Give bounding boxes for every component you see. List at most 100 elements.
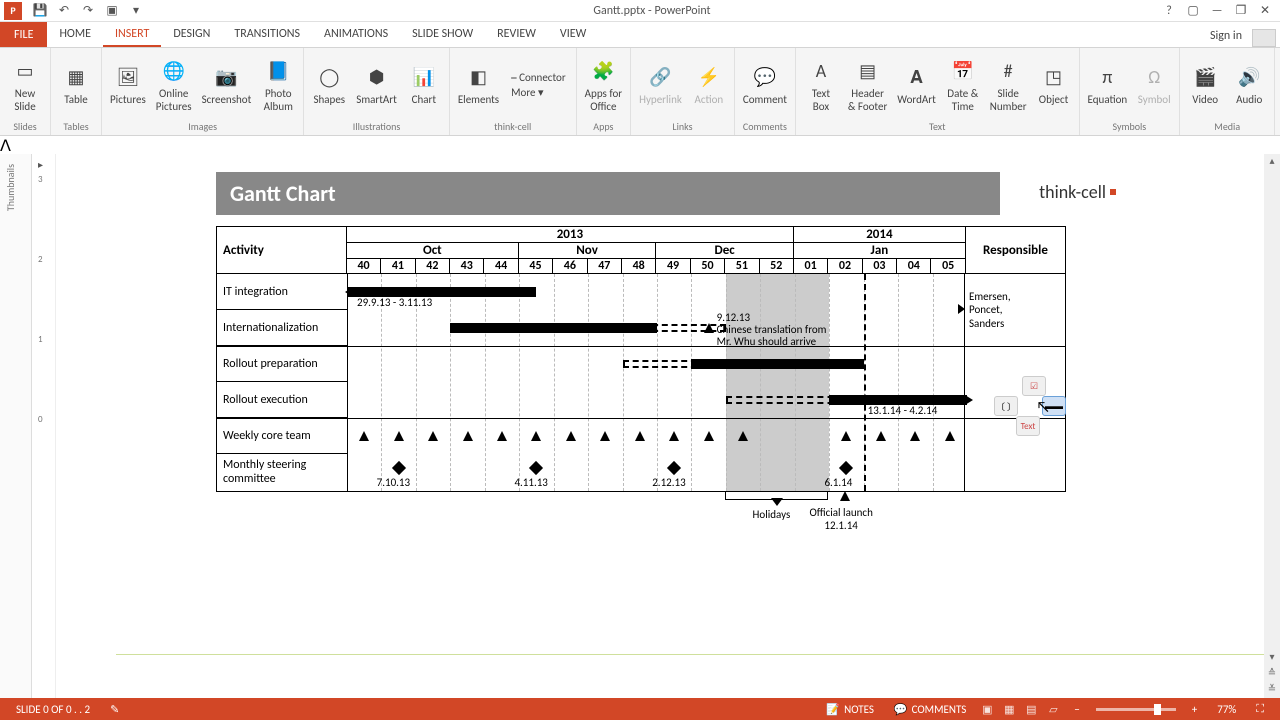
milestone-icon[interactable] (531, 431, 541, 441)
shapes-button[interactable]: ◯Shapes (308, 61, 350, 108)
milestone-icon[interactable] (497, 431, 507, 441)
photo-album-button[interactable]: 📘PhotoAlbum (257, 55, 299, 115)
milestone-icon[interactable] (841, 431, 851, 441)
tab-animations[interactable]: ANIMATIONS (312, 23, 400, 47)
slideshow-view-icon[interactable]: ▱ (1042, 701, 1064, 717)
tab-transitions[interactable]: TRANSITIONS (222, 23, 312, 47)
think-cell-logo: think-cell (1039, 172, 1116, 212)
user-avatar[interactable] (1252, 29, 1276, 47)
milestone-icon[interactable] (394, 431, 404, 441)
wordart-button[interactable]: 𝐀WordArt (893, 61, 939, 108)
tab-slide-show[interactable]: SLIDE SHOW (400, 23, 485, 47)
milestone-icon[interactable] (876, 431, 886, 441)
tab-insert[interactable]: INSERT (103, 23, 161, 47)
file-tab[interactable]: FILE (0, 22, 47, 47)
radial-bracket-icon[interactable]: 〔 〕 (994, 396, 1018, 416)
vertical-scrollbar[interactable]: ▴ ▾ ≙ ≚ (1264, 154, 1280, 698)
new-slide-button[interactable]: ▭NewSlide (4, 55, 46, 115)
diamond-milestone-icon[interactable] (529, 461, 543, 475)
screenshot-button[interactable]: 📷Screenshot (198, 61, 256, 108)
milestone-icon[interactable] (635, 431, 645, 441)
radial-text-icon[interactable]: Text (1016, 416, 1040, 436)
comments-button[interactable]: 💬 COMMENTS (884, 703, 976, 716)
video-button[interactable]: 🎬Video (1184, 61, 1226, 108)
tab-home[interactable]: HOME (47, 23, 103, 47)
save-icon[interactable]: 💾 (32, 3, 48, 19)
connector-button[interactable]: ⎯ Connector (511, 71, 566, 85)
ribbon-group-apps: 🧩Apps forOfficeApps (577, 48, 631, 135)
hyperlink-button: 🔗Hyperlink (635, 61, 686, 108)
workspace: Thumbnails ▸ 3210 Gantt Chart think-cell… (0, 154, 1280, 698)
milestone-icon[interactable] (704, 323, 714, 333)
apps-for-office-button[interactable]: 🧩Apps forOffice (581, 55, 626, 115)
undo-icon[interactable]: ↶ (56, 3, 72, 19)
milestone-icon[interactable] (704, 431, 714, 441)
table-button[interactable]: ▦Table (55, 61, 97, 108)
thumbnails-pane[interactable]: Thumbnails ▸ (0, 154, 32, 698)
diamond-milestone-icon[interactable] (667, 461, 681, 475)
milestone-icon[interactable] (566, 431, 576, 441)
zoom-level[interactable]: 77% (1207, 703, 1246, 716)
equation-button[interactable]: πEquation (1084, 61, 1132, 108)
slide-number-button[interactable]: #SlideNumber (986, 55, 1031, 115)
minimize-icon[interactable]: — (1208, 2, 1226, 20)
tab-view[interactable]: VIEW (548, 23, 598, 47)
milestone-icon[interactable] (738, 431, 748, 441)
ribbon-group-images: 🖼Pictures🌐OnlinePictures📷Screenshot📘Phot… (102, 48, 304, 135)
chart-button[interactable]: 📊Chart (403, 61, 445, 108)
more-button[interactable]: More ▾ (511, 86, 566, 99)
milestone-icon[interactable] (600, 431, 610, 441)
zoom-slider[interactable] (1096, 708, 1176, 711)
ribbon-display-options-icon[interactable]: ▢ (1184, 2, 1202, 20)
fit-to-window-icon[interactable]: ⛶ (1246, 702, 1274, 716)
radial-check-icon[interactable]: ☑ (1022, 376, 1046, 396)
normal-view-icon[interactable]: ▣ (976, 701, 998, 717)
object-button[interactable]: ◳Object (1033, 61, 1075, 108)
zoom-out-icon[interactable]: − (1064, 703, 1089, 716)
holiday-band (726, 274, 829, 491)
online-pictures-button[interactable]: 🌐OnlinePictures (152, 55, 196, 115)
tab-design[interactable]: DESIGN (161, 23, 222, 47)
gantt-bar[interactable] (691, 359, 863, 369)
chart-icon: 📊 (410, 63, 438, 91)
diamond-milestone-icon[interactable] (392, 461, 406, 475)
close-icon[interactable]: ✕ (1256, 2, 1274, 20)
elements-button[interactable]: ◧Elements (454, 61, 503, 108)
diamond-milestone-icon[interactable] (839, 461, 853, 475)
milestone-icon[interactable] (463, 431, 473, 441)
official-launch-milestone-icon[interactable] (840, 491, 850, 501)
audio-button[interactable]: 🔊Audio (1228, 61, 1270, 108)
date-time-button[interactable]: 📅Date &Time (942, 55, 984, 115)
milestone-icon[interactable] (359, 431, 369, 441)
scroll-up-icon[interactable]: ▴ (1264, 154, 1280, 170)
milestone-icon[interactable] (945, 431, 955, 441)
zoom-in-icon[interactable]: + (1182, 703, 1207, 716)
customize-qat-icon[interactable]: ▾ (128, 3, 144, 19)
slide-area[interactable]: Gantt Chart think-cell Activity20132014R… (56, 154, 1280, 698)
comment-button[interactable]: 💬Comment (739, 61, 791, 108)
sign-in-link[interactable]: Sign in (1200, 25, 1252, 47)
powerpoint-icon: P (4, 2, 22, 20)
start-from-beginning-icon[interactable]: ▣ (104, 3, 120, 19)
spell-check-icon[interactable]: ✎ (100, 703, 129, 716)
gantt-chart[interactable]: Activity20132014ResponsibleOctNovDecJan4… (216, 226, 1066, 532)
notes-button[interactable]: 📝 NOTES (816, 703, 883, 716)
next-slide-icon[interactable]: ≚ (1264, 682, 1280, 698)
milestone-icon[interactable] (669, 431, 679, 441)
scroll-down-icon[interactable]: ▾ (1264, 650, 1280, 666)
reading-view-icon[interactable]: ▤ (1020, 701, 1042, 717)
think-cell-radial-menu[interactable]: ☑ 〔 〕 ▬▬ Text ↖ (994, 382, 1074, 442)
restore-icon[interactable]: ❐ (1232, 2, 1250, 20)
header-footer-button[interactable]: ▤Header& Footer (844, 55, 891, 115)
text-box-button[interactable]: ATextBox (800, 55, 842, 115)
pictures-button[interactable]: 🖼Pictures (106, 61, 150, 108)
ribbon: ▭NewSlideSlides▦TableTables🖼Pictures🌐Onl… (0, 48, 1280, 136)
tab-review[interactable]: REVIEW (485, 23, 548, 47)
milestone-icon[interactable] (428, 431, 438, 441)
redo-icon[interactable]: ↷ (80, 3, 96, 19)
prev-slide-icon[interactable]: ≙ (1264, 666, 1280, 682)
help-icon[interactable]: ? (1160, 2, 1178, 20)
slide-sorter-view-icon[interactable]: ▦ (998, 701, 1020, 717)
milestone-icon[interactable] (910, 431, 920, 441)
smartart-button[interactable]: ⬢SmartArt (352, 61, 401, 108)
